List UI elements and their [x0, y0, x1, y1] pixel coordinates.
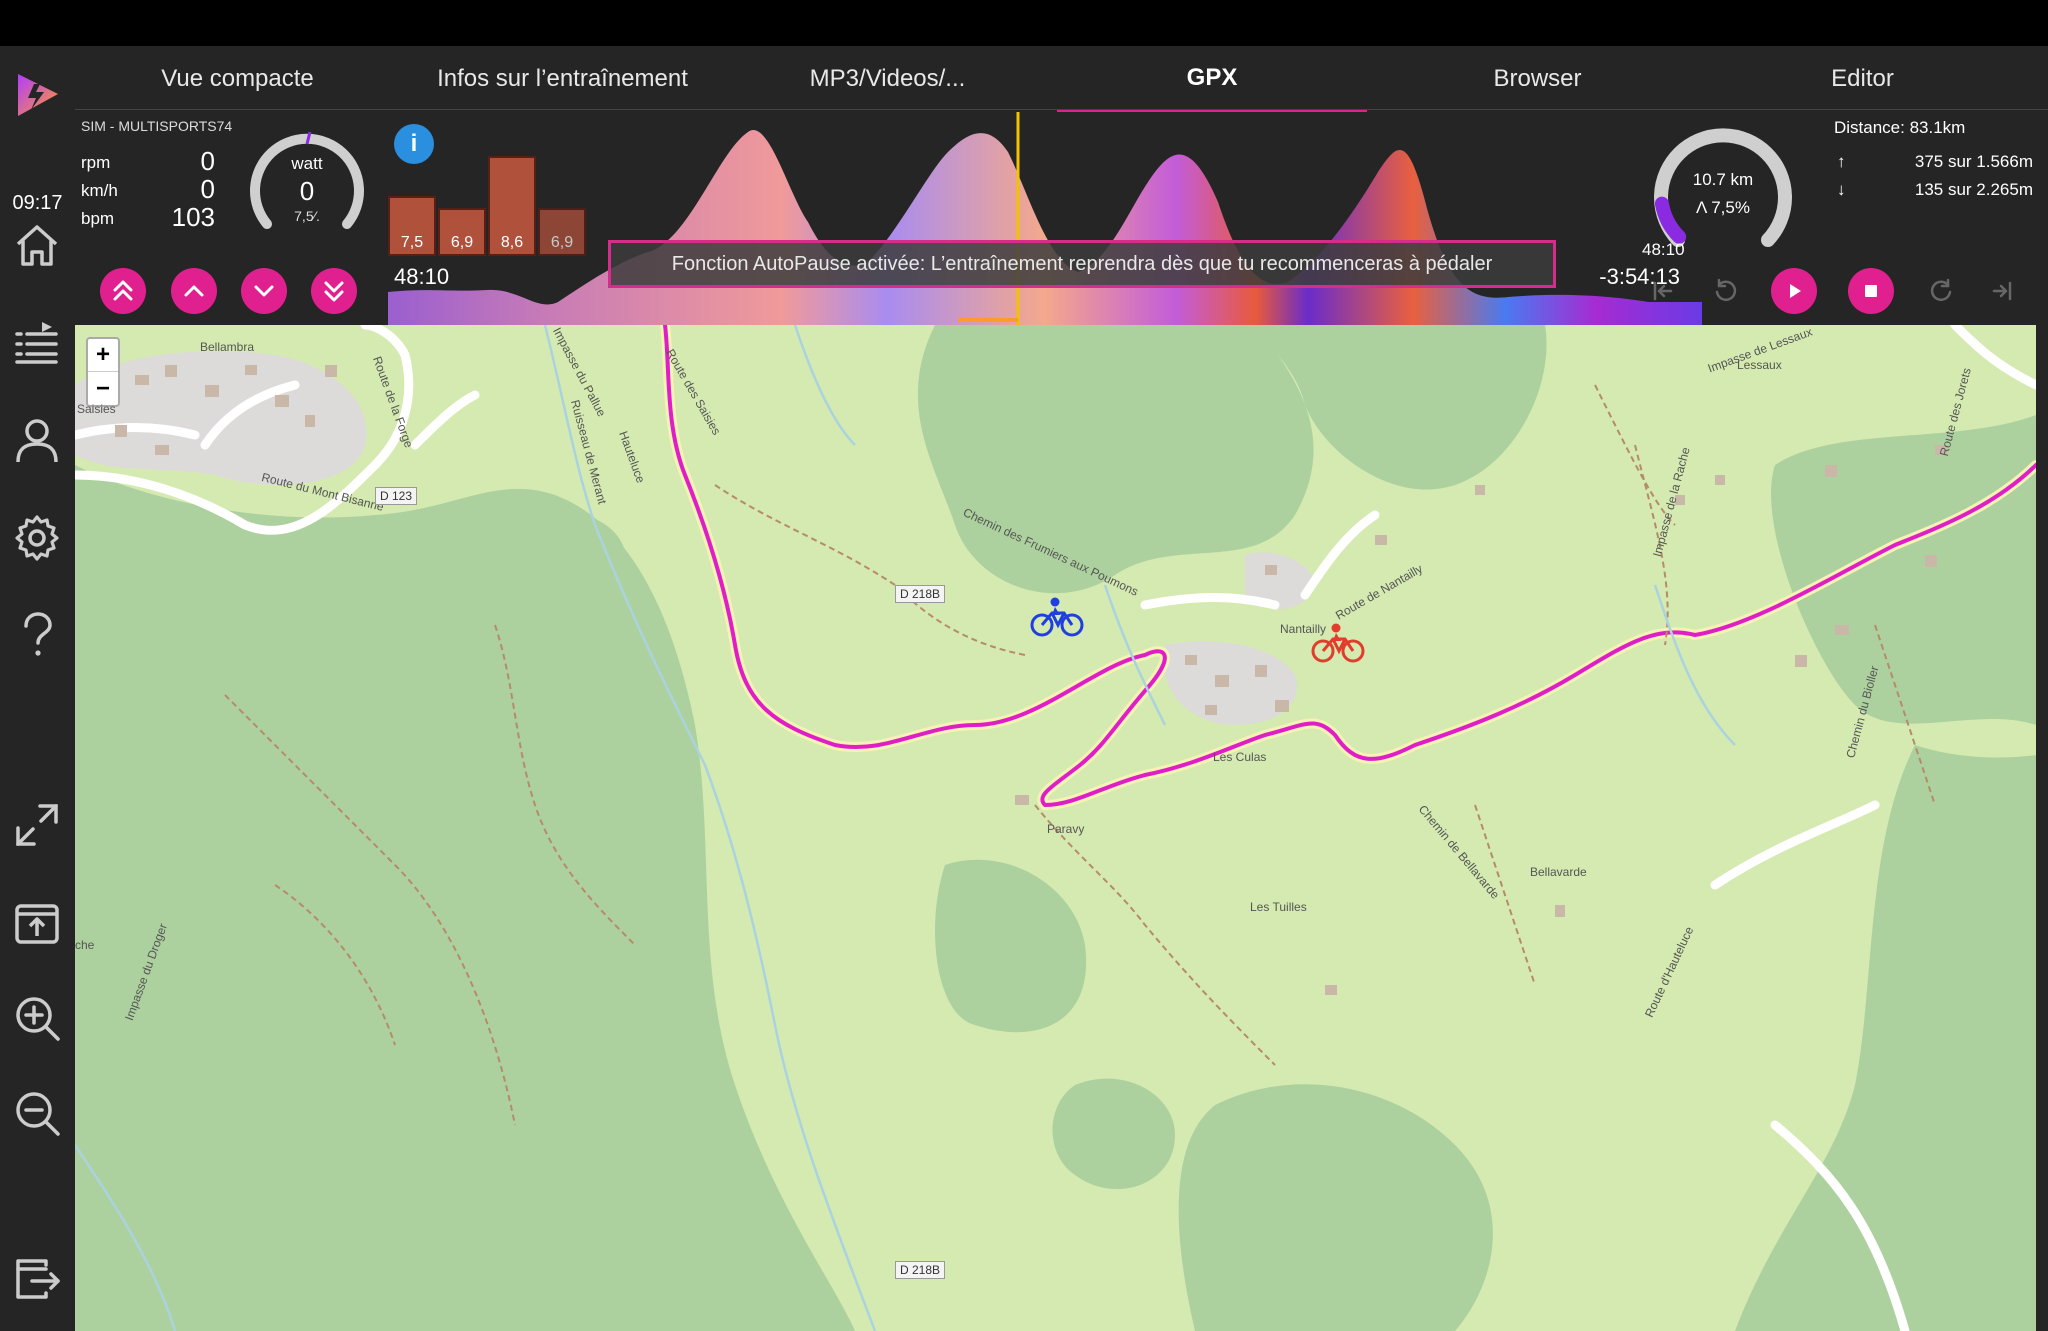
tab-gpx[interactable]: GPX [1057, 46, 1367, 112]
skip-back-button[interactable] [1640, 268, 1686, 314]
rider-ghost-icon [1311, 623, 1365, 663]
resistance-down-fast-button[interactable] [311, 268, 357, 314]
sidebar: 09:17 [0, 46, 75, 1331]
distance-total: Distance: 83.1km [1834, 118, 1966, 137]
rider-you-icon [1030, 597, 1084, 637]
bpm-label: bpm [81, 209, 115, 228]
watt-label: watt [291, 154, 323, 173]
tab-divider [75, 109, 2048, 110]
clock: 09:17 [12, 192, 63, 214]
label-saisies: Saisies [77, 402, 116, 416]
zoom-control: + − [86, 337, 120, 407]
app-logo-icon [12, 70, 62, 120]
slope-bar-label: 6,9 [550, 234, 574, 251]
kmh-label: km/h [81, 181, 118, 200]
resistance-down-button[interactable] [241, 268, 287, 314]
label-che: che [75, 938, 95, 952]
device-name: SIM - MULTISPORTS74 [81, 118, 233, 134]
label-les-culas: Les Culas [1213, 750, 1267, 764]
rewind-button[interactable] [1702, 268, 1748, 314]
slope-bar: 7,5 [388, 196, 436, 256]
autopause-notification: Fonction AutoPause activée: L’entraîneme… [608, 240, 1556, 288]
label-paravy: Paravy [1047, 822, 1085, 836]
tab-browser[interactable]: Browser [1375, 46, 1700, 112]
slope-bar-label: 8,6 [500, 234, 524, 251]
zoom-out-button[interactable]: − [88, 372, 118, 405]
expand-icon[interactable] [10, 798, 64, 852]
slope-bar: 6,9 [538, 208, 586, 256]
sign-d123: D 123 [375, 487, 418, 505]
slope-bar-label: 6,9 [450, 234, 474, 251]
user-icon[interactable] [10, 414, 64, 468]
progress-time: 48:10 [1642, 240, 1685, 259]
resistance-up-fast-button[interactable] [100, 268, 146, 314]
ring-slope: Λ 7,5% [1696, 198, 1750, 217]
stop-button[interactable] [1848, 268, 1894, 314]
watt-gauge: watt 0 7,5⁄. [247, 124, 367, 244]
elevation-profile[interactable]: 7,5 6,9 8,6 6,9 i 48:10 -3:54:13 [388, 112, 1702, 325]
home-icon[interactable] [10, 218, 64, 272]
tab-editor[interactable]: Editor [1700, 46, 2025, 112]
watt-value: 0 [299, 176, 315, 206]
sign-d218b: D 218B [895, 585, 946, 603]
sign-d218b-2: D 218B [895, 1261, 946, 1279]
rpm-value: 0 [200, 146, 215, 176]
ascent-value: 375 sur 1.566m [1914, 152, 2033, 171]
help-icon[interactable] [10, 608, 64, 662]
tab-mp3-videos[interactable]: MP3/Videos/... [725, 46, 1050, 112]
descent-value: 135 sur 2.265m [1914, 180, 2033, 199]
forward-button[interactable] [1919, 268, 1965, 314]
skip-forward-button[interactable] [1979, 268, 2025, 314]
tab-compact-view[interactable]: Vue compacte [75, 46, 400, 112]
zoom-out-icon[interactable] [10, 1086, 64, 1140]
slope-bar: 8,6 [488, 156, 536, 256]
header-panel: Vue compacte Infos sur l’entraînement MP… [75, 46, 2048, 325]
resistance-up-button[interactable] [171, 268, 217, 314]
settings-icon[interactable] [10, 511, 64, 565]
label-les-tuilles: Les Tuilles [1250, 900, 1307, 914]
ascent-arrow-icon: ↑ [1837, 152, 1846, 171]
kmh-value: 0 [200, 174, 215, 204]
bpm-value: 103 [171, 202, 215, 232]
slope-bar-label: 7,5 [400, 234, 424, 251]
label-bellavarde: Bellavarde [1530, 865, 1587, 879]
zoom-in-button[interactable]: + [88, 339, 118, 372]
slope-bar: 6,9 [438, 208, 486, 256]
play-button[interactable] [1771, 268, 1817, 314]
label-bellambra: Bellambra [200, 340, 255, 354]
zoom-in-icon[interactable] [10, 991, 64, 1045]
descent-arrow-icon: ↓ [1837, 180, 1846, 199]
ring-distance: 10.7 km [1692, 170, 1754, 189]
slope-value: 7,5⁄. [294, 208, 320, 224]
upload-icon[interactable] [10, 896, 64, 950]
elapsed-time: 48:10 [394, 264, 450, 289]
tab-workout-info[interactable]: Infos sur l’entraînement [400, 46, 725, 112]
right-edge [2036, 325, 2048, 1331]
exit-icon[interactable] [10, 1251, 64, 1305]
rpm-label: rpm [81, 153, 111, 172]
map-view[interactable]: + − Bellambra Saisies Route du Mont Bisa… [75, 325, 2036, 1331]
info-icon[interactable]: i [394, 124, 434, 164]
playlist-icon[interactable] [10, 316, 64, 370]
window-top-bar [0, 0, 2048, 46]
